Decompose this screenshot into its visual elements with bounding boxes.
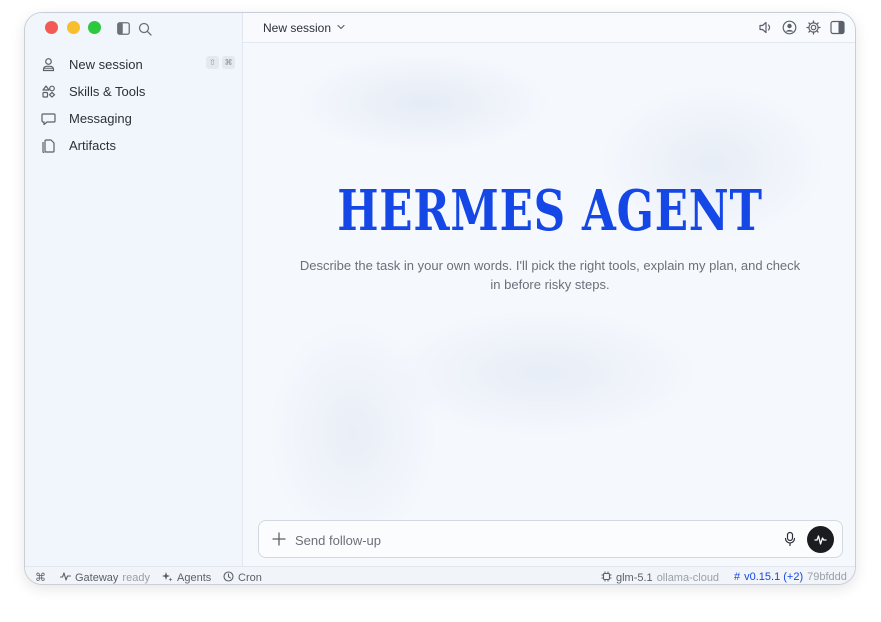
sidebar-item-skills-tools[interactable]: Skills & Tools xyxy=(33,78,235,105)
maximize-window-button[interactable] xyxy=(88,21,101,34)
model-provider: ollama-cloud xyxy=(656,572,720,584)
account-icon[interactable] xyxy=(782,20,797,35)
clock-icon xyxy=(223,571,234,584)
minimize-window-button[interactable] xyxy=(67,21,80,34)
shortcut-hint: ⇧ ⌘ xyxy=(206,56,235,69)
person-icon xyxy=(41,57,56,72)
waveform-icon xyxy=(814,535,827,545)
sidebar-item-messaging[interactable]: Messaging xyxy=(33,105,235,132)
message-input[interactable] xyxy=(295,530,765,550)
hash-icon: # xyxy=(734,571,741,583)
composer xyxy=(258,520,843,558)
cron-button[interactable]: Cron xyxy=(223,571,262,584)
gateway-status[interactable]: Gateway ready xyxy=(59,571,150,584)
sidebar-nav: New session ⇧ ⌘ Skills & Tools Messaging xyxy=(33,51,235,159)
search-icon[interactable] xyxy=(138,22,152,36)
close-window-button[interactable] xyxy=(45,21,58,34)
session-title: New session xyxy=(263,21,332,35)
shortcut-key: ⇧ xyxy=(206,56,219,69)
hero-title: HERMES AGENT xyxy=(337,178,763,244)
version-label: v0.15.1 (+2) xyxy=(744,571,804,583)
hero-description: Describe the task in your own words. I'l… xyxy=(299,258,801,292)
status-bar: ⌘ Gateway ready Agents Cron glm-5.1 olla… xyxy=(25,566,855,584)
app-window: New session ⇧ ⌘ Skills & Tools Messaging xyxy=(24,12,856,585)
version-info[interactable]: # v0.15.1 (+2) 79bfddd xyxy=(734,571,847,583)
plus-icon[interactable] xyxy=(271,531,287,547)
command-icon: ⌘ xyxy=(35,572,46,584)
top-bar-actions xyxy=(758,20,845,35)
sidebar-toggle-icon[interactable] xyxy=(117,22,130,35)
sidebar-item-label: Artifacts xyxy=(69,138,116,153)
speaker-icon[interactable] xyxy=(758,20,773,35)
right-panel-toggle-icon[interactable] xyxy=(830,20,845,35)
shortcut-key: ⌘ xyxy=(222,56,235,69)
activity-icon xyxy=(59,571,72,584)
sidebar-item-label: New session xyxy=(69,57,143,72)
files-icon xyxy=(41,138,56,153)
gear-icon[interactable] xyxy=(806,20,821,35)
command-menu-button[interactable]: ⌘ xyxy=(35,571,46,584)
gateway-label: Gateway xyxy=(75,572,119,584)
sidebar-item-label: Messaging xyxy=(69,111,132,126)
agents-label: Agents xyxy=(177,572,212,584)
cron-label: Cron xyxy=(238,572,262,584)
chat-icon xyxy=(41,111,56,126)
model-name: glm-5.1 xyxy=(616,572,653,584)
model-selector[interactable]: glm-5.1 ollama-cloud xyxy=(601,571,720,584)
top-bar: New session xyxy=(243,13,855,43)
sidebar-item-artifacts[interactable]: Artifacts xyxy=(33,132,235,159)
shapes-icon xyxy=(41,84,56,99)
voice-send-button[interactable] xyxy=(807,526,834,553)
chip-icon xyxy=(601,571,612,584)
gateway-state: ready xyxy=(122,572,150,584)
chevron-down-icon xyxy=(336,21,346,35)
session-selector[interactable]: New session xyxy=(263,21,346,35)
microphone-icon[interactable] xyxy=(782,531,798,547)
commit-hash: 79bfddd xyxy=(807,571,847,583)
sidebar-item-new-session[interactable]: New session ⇧ ⌘ xyxy=(33,51,235,78)
agents-button[interactable]: Agents xyxy=(162,571,212,584)
sidebar-item-label: Skills & Tools xyxy=(69,84,146,99)
sparkle-icon xyxy=(162,571,173,584)
main-panel: New session HERMES AGENT Describe the ta… xyxy=(243,13,855,566)
sidebar: New session ⇧ ⌘ Skills & Tools Messaging xyxy=(25,13,243,566)
